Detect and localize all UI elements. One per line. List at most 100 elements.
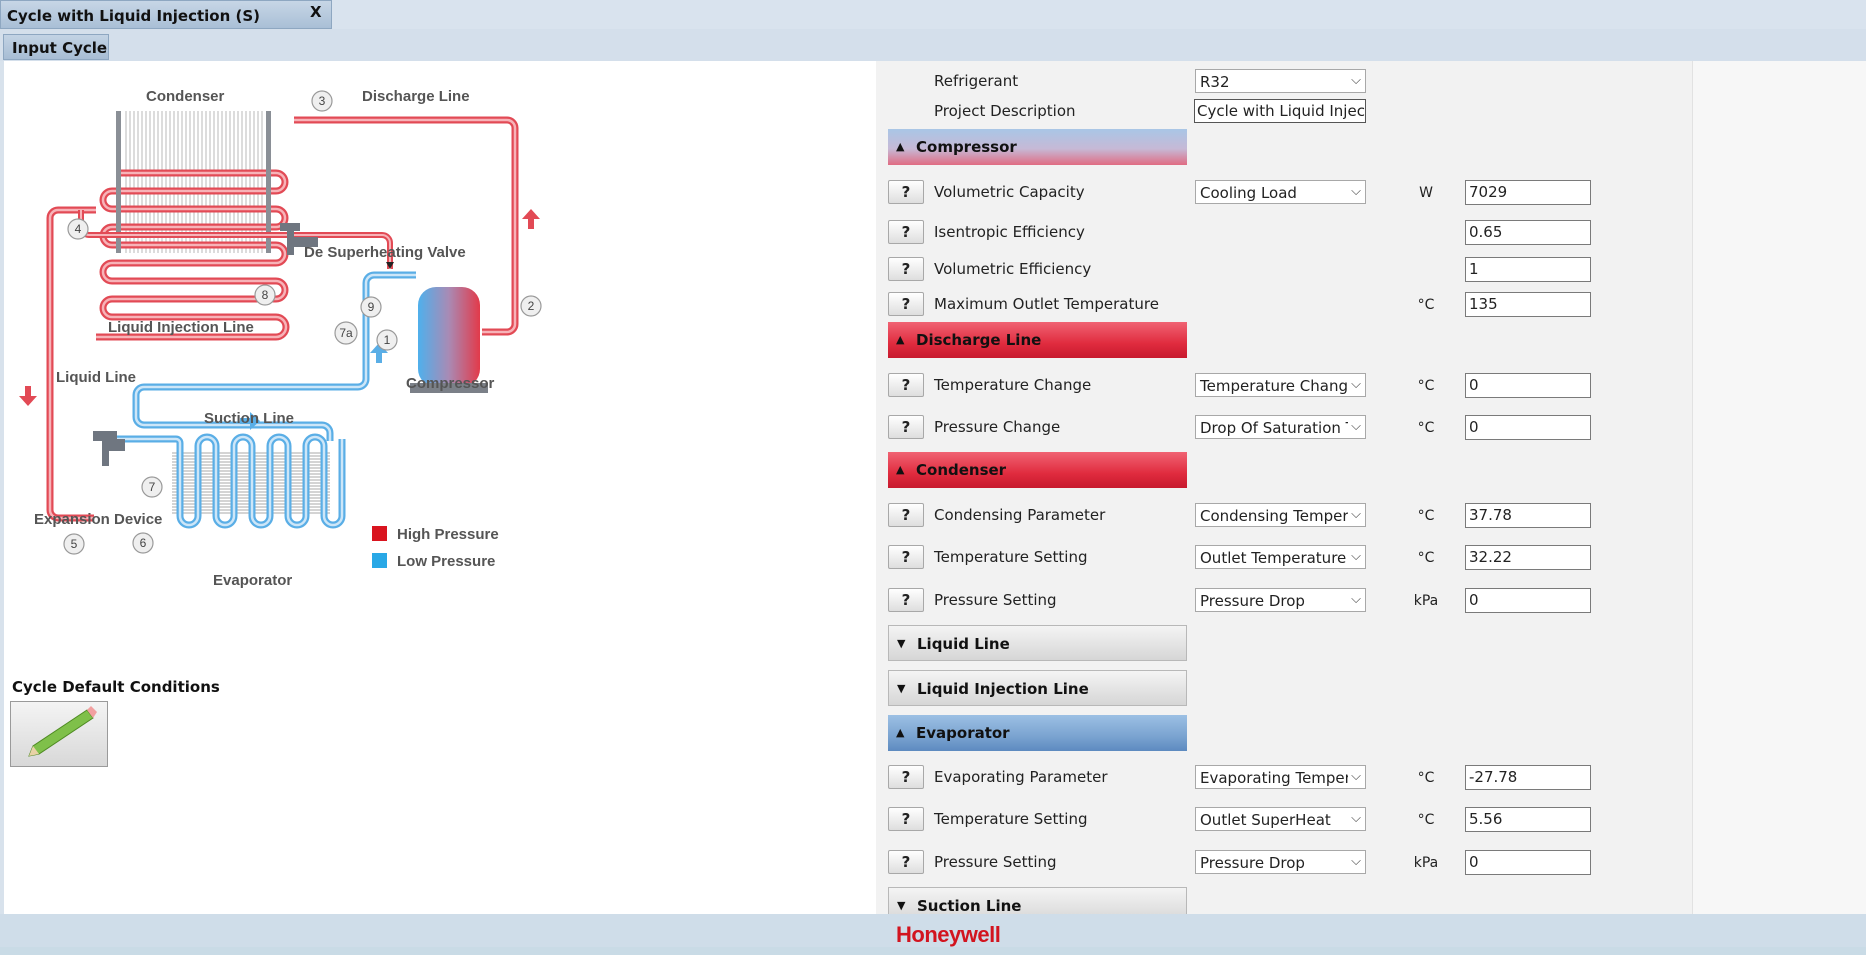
unit-label: °C <box>1417 812 1435 828</box>
section-liquid-injection-line[interactable]: ▼ Liquid Injection Line <box>888 670 1187 706</box>
temperature-change-input[interactable]: 0 <box>1465 373 1591 398</box>
chevron-down-icon: ⌵ <box>1348 766 1361 788</box>
unit-label: °C <box>1417 770 1435 786</box>
max-outlet-temperature-input[interactable]: 135 <box>1465 292 1591 317</box>
svg-text:2: 2 <box>528 299 535 313</box>
section-evaporator[interactable]: ▲ Evaporator <box>888 715 1187 751</box>
evaporating-parameter-input[interactable]: -27.78 <box>1465 765 1591 790</box>
label-suction-line: Suction Line <box>204 410 294 427</box>
unit-label: kPa <box>1413 593 1439 609</box>
state-point-8: 8 <box>254 284 276 306</box>
collapsed-arrow-icon: ▼ <box>897 637 906 650</box>
svg-text:3: 3 <box>319 94 326 108</box>
chevron-down-icon: ⌵ <box>1348 504 1361 526</box>
svg-text:1: 1 <box>384 333 391 347</box>
chevron-down-icon: ⌵ <box>1348 589 1361 611</box>
condenser-temperature-setting-row: ? Temperature Setting Outlet Temperature… <box>876 545 1692 575</box>
section-discharge-line[interactable]: ▲ Discharge Line <box>888 322 1187 358</box>
evaporator-temperature-setting-select[interactable]: Outlet SuperHeat ⌵ <box>1195 807 1366 831</box>
condensing-parameter-input[interactable]: 37.78 <box>1465 503 1591 528</box>
section-condenser[interactable]: ▲ Condenser <box>888 452 1187 488</box>
tab-cycle-with-liquid-injection[interactable]: Cycle with Liquid Injection (S) X <box>0 0 332 29</box>
label-expansion-device: Expansion Device <box>34 511 162 528</box>
help-button[interactable]: ? <box>888 545 924 569</box>
pressure-change-select[interactable]: Drop Of Saturation T ⌵ <box>1195 415 1366 439</box>
chevron-down-icon: ⌵ <box>1348 181 1361 203</box>
volumetric-capacity-row: ? Volumetric Capacity Cooling Load ⌵ W 70… <box>876 180 1692 210</box>
label-liquid-injection-line: Liquid Injection Line <box>108 319 254 336</box>
section-suction-line[interactable]: ▼ Suction Line <box>888 887 1187 914</box>
unit-label: °C <box>1417 508 1435 524</box>
honeywell-logo: Honeywell <box>896 922 1001 947</box>
label-de-superheating-valve: De Superheating Valve <box>304 244 466 261</box>
isentropic-efficiency-row: ? Isentropic Efficiency 0.65 <box>876 220 1692 250</box>
label-liquid-line: Liquid Line <box>56 369 136 386</box>
state-point-3: 3 <box>311 90 333 112</box>
unit-label: °C <box>1417 297 1435 313</box>
discharge-line-pipe <box>294 116 519 336</box>
help-button[interactable]: ? <box>888 807 924 831</box>
chevron-down-icon: ⌵ <box>1348 546 1361 568</box>
help-button[interactable]: ? <box>888 503 924 527</box>
evaporator-temperature-setting-row: ? Temperature Setting Outlet SuperHeat ⌵ … <box>876 807 1692 837</box>
state-point-5: 5 <box>63 533 85 555</box>
temperature-change-select[interactable]: Temperature Chang ⌵ <box>1195 373 1366 397</box>
state-point-4: 4 <box>67 218 89 240</box>
help-button[interactable]: ? <box>888 850 924 874</box>
section-liquid-line[interactable]: ▼ Liquid Line <box>888 625 1187 661</box>
pressure-change-input[interactable]: 0 <box>1465 415 1591 440</box>
condenser-pressure-setting-input[interactable]: 0 <box>1465 588 1591 613</box>
project-description-label: Project Description <box>934 102 1076 120</box>
cycle-diagram-pane: Condenser Discharge Line De Superheating… <box>4 61 876 914</box>
state-point-2: 2 <box>520 295 542 317</box>
pencil-icon <box>28 706 97 757</box>
condenser-temperature-setting-select[interactable]: Outlet Temperature ⌵ <box>1195 545 1366 569</box>
volumetric-capacity-input[interactable]: 7029 <box>1465 180 1591 205</box>
project-description-input[interactable]: Cycle with Liquid Inject <box>1194 99 1366 123</box>
condensing-parameter-select[interactable]: Condensing Temper ⌵ <box>1195 503 1366 527</box>
state-point-9: 9 <box>360 296 382 318</box>
pressure-change-row: ? Pressure Change Drop Of Saturation T ⌵ … <box>876 415 1692 445</box>
close-icon[interactable]: X <box>310 3 322 21</box>
svg-text:7a: 7a <box>339 326 353 340</box>
footer-strip <box>0 947 1866 955</box>
expanded-arrow-icon: ▲ <box>896 333 905 346</box>
chevron-down-icon: ⌵ <box>1348 808 1361 830</box>
evaporating-parameter-select[interactable]: Evaporating Temper ⌵ <box>1195 765 1366 789</box>
evaporator-temperature-setting-input[interactable]: 5.56 <box>1465 807 1591 832</box>
help-button[interactable]: ? <box>888 373 924 397</box>
unit-label: °C <box>1417 378 1435 394</box>
help-button[interactable]: ? <box>888 765 924 789</box>
cycle-default-conditions-button[interactable] <box>10 701 108 767</box>
help-button[interactable]: ? <box>888 415 924 439</box>
project-description-row: Project Description Cycle with Liquid In… <box>876 99 1692 129</box>
chevron-down-icon: ⌵ <box>1348 374 1361 396</box>
volumetric-efficiency-input[interactable]: 1 <box>1465 257 1591 282</box>
state-point-6: 6 <box>132 532 154 554</box>
evaporator-pressure-setting-row: ? Pressure Setting Pressure Drop ⌵ kPa 0 <box>876 850 1692 880</box>
refrigerant-select[interactable]: R32 ⌵ <box>1195 69 1366 93</box>
state-point-1: 1 <box>376 329 398 351</box>
help-button[interactable]: ? <box>888 180 924 204</box>
chevron-down-icon: ⌵ <box>1348 416 1361 438</box>
unit-label: °C <box>1417 550 1435 566</box>
legend-low-label: Low Pressure <box>397 553 495 570</box>
cycle-default-conditions-label: Cycle Default Conditions <box>12 678 220 696</box>
expanded-arrow-icon: ▲ <box>896 140 905 153</box>
isentropic-efficiency-input[interactable]: 0.65 <box>1465 220 1591 245</box>
evaporator-pressure-setting-select[interactable]: Pressure Drop ⌵ <box>1195 850 1366 874</box>
volumetric-capacity-select[interactable]: Cooling Load ⌵ <box>1195 180 1366 204</box>
condenser-pressure-setting-select[interactable]: Pressure Drop ⌵ <box>1195 588 1366 612</box>
section-compressor[interactable]: ▲ Compressor <box>888 129 1187 165</box>
chevron-down-icon: ⌵ <box>1348 70 1361 92</box>
unit-label: °C <box>1417 420 1435 436</box>
help-button[interactable]: ? <box>888 257 924 281</box>
subtab-bar: Input Cycle <box>0 29 1866 61</box>
condenser-temperature-setting-input[interactable]: 32.22 <box>1465 545 1591 570</box>
help-button[interactable]: ? <box>888 292 924 316</box>
help-button[interactable]: ? <box>888 220 924 244</box>
tab-input-cycle[interactable]: Input Cycle <box>3 34 109 60</box>
help-button[interactable]: ? <box>888 588 924 612</box>
evaporator-pressure-setting-input[interactable]: 0 <box>1465 850 1591 875</box>
label-discharge-line: Discharge Line <box>362 88 470 105</box>
